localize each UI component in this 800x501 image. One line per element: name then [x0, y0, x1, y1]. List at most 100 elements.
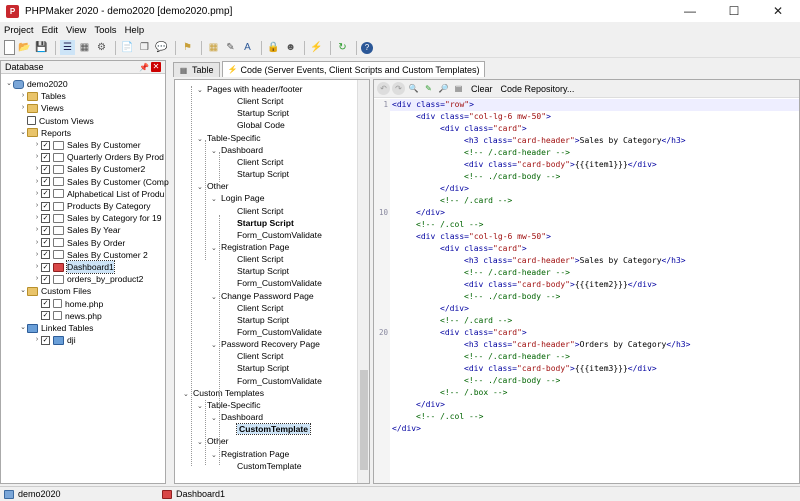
tree-item[interactable]: › ✓ Sales By Customer2 [33, 163, 146, 175]
checkbox[interactable]: ✓ [41, 140, 50, 150]
code-line[interactable]: <!-- /.card --> [390, 195, 799, 207]
code-tree-item[interactable]: Global Code [237, 119, 285, 131]
tree-item[interactable]: › ✓ Sales By Customer [33, 139, 141, 151]
code-line[interactable]: <div class="col-lg-6 mw-50"> [390, 231, 799, 243]
code-tree-item[interactable]: Startup Script [237, 168, 289, 180]
code-line[interactable]: <!-- ./card-body --> [390, 291, 799, 303]
undo-icon[interactable]: ↶ [377, 82, 390, 95]
code-line[interactable]: <!-- ./card-body --> [390, 375, 799, 387]
code-tree-item[interactable]: CustomTemplate [237, 460, 301, 472]
expand-toggle-icon[interactable]: › [33, 261, 41, 273]
expand-toggle-icon[interactable]: ⌄ [197, 85, 207, 97]
code-line[interactable]: <h3 class="card-header">Orders by Catego… [390, 339, 799, 351]
font-icon[interactable]: A [240, 40, 255, 55]
code-tree-item[interactable]: Client Script [237, 253, 283, 265]
expand-toggle-icon[interactable]: › [33, 249, 41, 261]
edit-icon[interactable]: ✎ [223, 40, 238, 55]
expand-toggle-icon[interactable]: › [33, 212, 41, 224]
menu-help[interactable]: Help [125, 25, 145, 36]
help-icon[interactable]: ? [361, 41, 373, 54]
tree-item[interactable]: › Views [19, 102, 64, 114]
tree-item[interactable]: ✓ home.php [33, 298, 103, 310]
lock-icon[interactable]: 🔒 [266, 40, 281, 55]
close-panel-icon[interactable]: ✕ [151, 62, 161, 72]
maximize-button[interactable]: ☐ [712, 0, 756, 22]
code-line[interactable]: <h3 class="card-header">Sales by Categor… [390, 255, 799, 267]
tree-item[interactable]: › ✓ Sales By Customer (Comp [33, 176, 169, 188]
menu-project[interactable]: Project [4, 25, 34, 36]
code-tree-item[interactable]: ⌄ Other [197, 180, 229, 192]
tree-item[interactable]: ⌄ Reports [19, 127, 71, 139]
tree-item[interactable]: › ✓ Sales By Year [33, 224, 121, 236]
expand-toggle-icon[interactable]: › [33, 200, 41, 212]
tree-item[interactable]: › ✓ Products By Category [33, 200, 151, 212]
document-icon[interactable]: 📄 [120, 40, 135, 55]
user-icon[interactable]: ☻ [283, 40, 298, 55]
generate-icon[interactable]: ⚡ [309, 40, 324, 55]
code-line[interactable]: 10 </div> [379, 207, 799, 219]
checkbox[interactable]: ✓ [41, 311, 50, 321]
expand-toggle-icon[interactable]: ⌄ [19, 322, 27, 334]
checkbox[interactable]: ✓ [41, 213, 50, 223]
expand-toggle-icon[interactable]: › [33, 273, 41, 285]
checkbox[interactable]: ✓ [41, 177, 50, 187]
minimize-button[interactable]: — [668, 0, 712, 22]
tree-item[interactable]: ⌄ demo2020 [5, 78, 68, 90]
code-tree-item[interactable]: ⌄ Password Recovery Page [211, 338, 320, 350]
clear-button[interactable]: Clear [471, 84, 493, 94]
checkbox[interactable]: ✓ [41, 189, 50, 199]
redo-icon[interactable]: ↷ [392, 82, 405, 95]
code-line[interactable]: <h3 class="card-header">Sales by Categor… [390, 135, 799, 147]
code-line[interactable]: </div> [390, 183, 799, 195]
code-line[interactable]: </div> [390, 399, 799, 411]
expand-toggle-icon[interactable]: ⌄ [5, 78, 13, 90]
code-tree-item[interactable]: Client Script [237, 350, 283, 362]
checkbox[interactable]: ✓ [41, 262, 50, 272]
tree-item[interactable]: › Tables [19, 90, 66, 102]
open-project-icon[interactable]: 📂 [17, 40, 32, 55]
code-tree-item[interactable]: Startup Script [237, 107, 289, 119]
code-line[interactable]: <div class="card"> [390, 123, 799, 135]
tree-item[interactable]: ⌄ Linked Tables [19, 322, 93, 334]
code-tree-item[interactable]: Form_CustomValidate [237, 326, 322, 338]
expand-toggle-icon[interactable]: › [33, 188, 41, 200]
expand-toggle-icon[interactable]: › [33, 334, 41, 346]
tree-item[interactable]: › ✓ orders_by_product2 [33, 273, 144, 285]
expand-toggle-icon[interactable]: › [19, 102, 27, 114]
tab-code[interactable]: ⚡ Code (Server Events, Client Scripts and… [221, 61, 486, 77]
checkbox[interactable]: ✓ [41, 299, 50, 309]
tab-table[interactable]: ▦ Table [173, 62, 220, 77]
code-tree-item[interactable]: Startup Script [237, 265, 289, 277]
close-button[interactable]: ✕ [756, 0, 800, 22]
checkbox[interactable]: ✓ [41, 225, 50, 235]
tree-item[interactable]: ⌄ Custom Files [19, 285, 91, 297]
code-line[interactable]: <!-- /.card-header --> [390, 351, 799, 363]
bookmark-icon[interactable]: ⚑ [180, 40, 195, 55]
menu-edit[interactable]: Edit [42, 25, 58, 36]
code-tree-item[interactable]: CustomTemplate [235, 423, 312, 436]
settings-icon[interactable]: ⚙ [94, 40, 109, 55]
code-line[interactable]: <div class="card-body">{{{item1}}}</div> [390, 159, 799, 171]
code-tree-item[interactable]: Startup Script [237, 314, 289, 326]
code-tree-item[interactable]: Startup Script [237, 217, 294, 229]
code-line[interactable]: <!-- /.col --> [390, 219, 799, 231]
code-tree-item[interactable]: ⌄ Registration Page [211, 448, 289, 460]
expand-toggle-icon[interactable]: ⌄ [19, 127, 27, 139]
code-tree-item[interactable]: Client Script [237, 95, 283, 107]
expand-toggle-icon[interactable]: › [33, 139, 41, 151]
tree-item[interactable]: › ✓ Alphabetical List of Produ [33, 188, 165, 200]
checkbox[interactable]: ✓ [41, 164, 50, 174]
database-tree-icon[interactable]: ☰ [60, 40, 75, 55]
code-tree-item[interactable]: ⌄ Registration Page [211, 241, 289, 253]
tree-item[interactable]: › ✓ dji [33, 334, 76, 346]
save-project-icon[interactable]: 💾 [34, 40, 49, 55]
code-tree-item[interactable]: Startup Script [237, 362, 289, 374]
code-line[interactable]: <!-- ./card-body --> [390, 171, 799, 183]
tree-item[interactable]: › ✓ Dashboard1 [33, 260, 115, 274]
code-tree-item[interactable]: Form_CustomValidate [237, 277, 322, 289]
tree-item[interactable]: Custom Views [19, 115, 94, 127]
checkbox[interactable]: ✓ [41, 274, 50, 284]
code-line[interactable]: <!-- /.col --> [390, 411, 799, 423]
insert-icon[interactable]: ▤ [452, 82, 465, 95]
code-tree-item[interactable]: ⌄ Table-Specific [197, 399, 261, 411]
